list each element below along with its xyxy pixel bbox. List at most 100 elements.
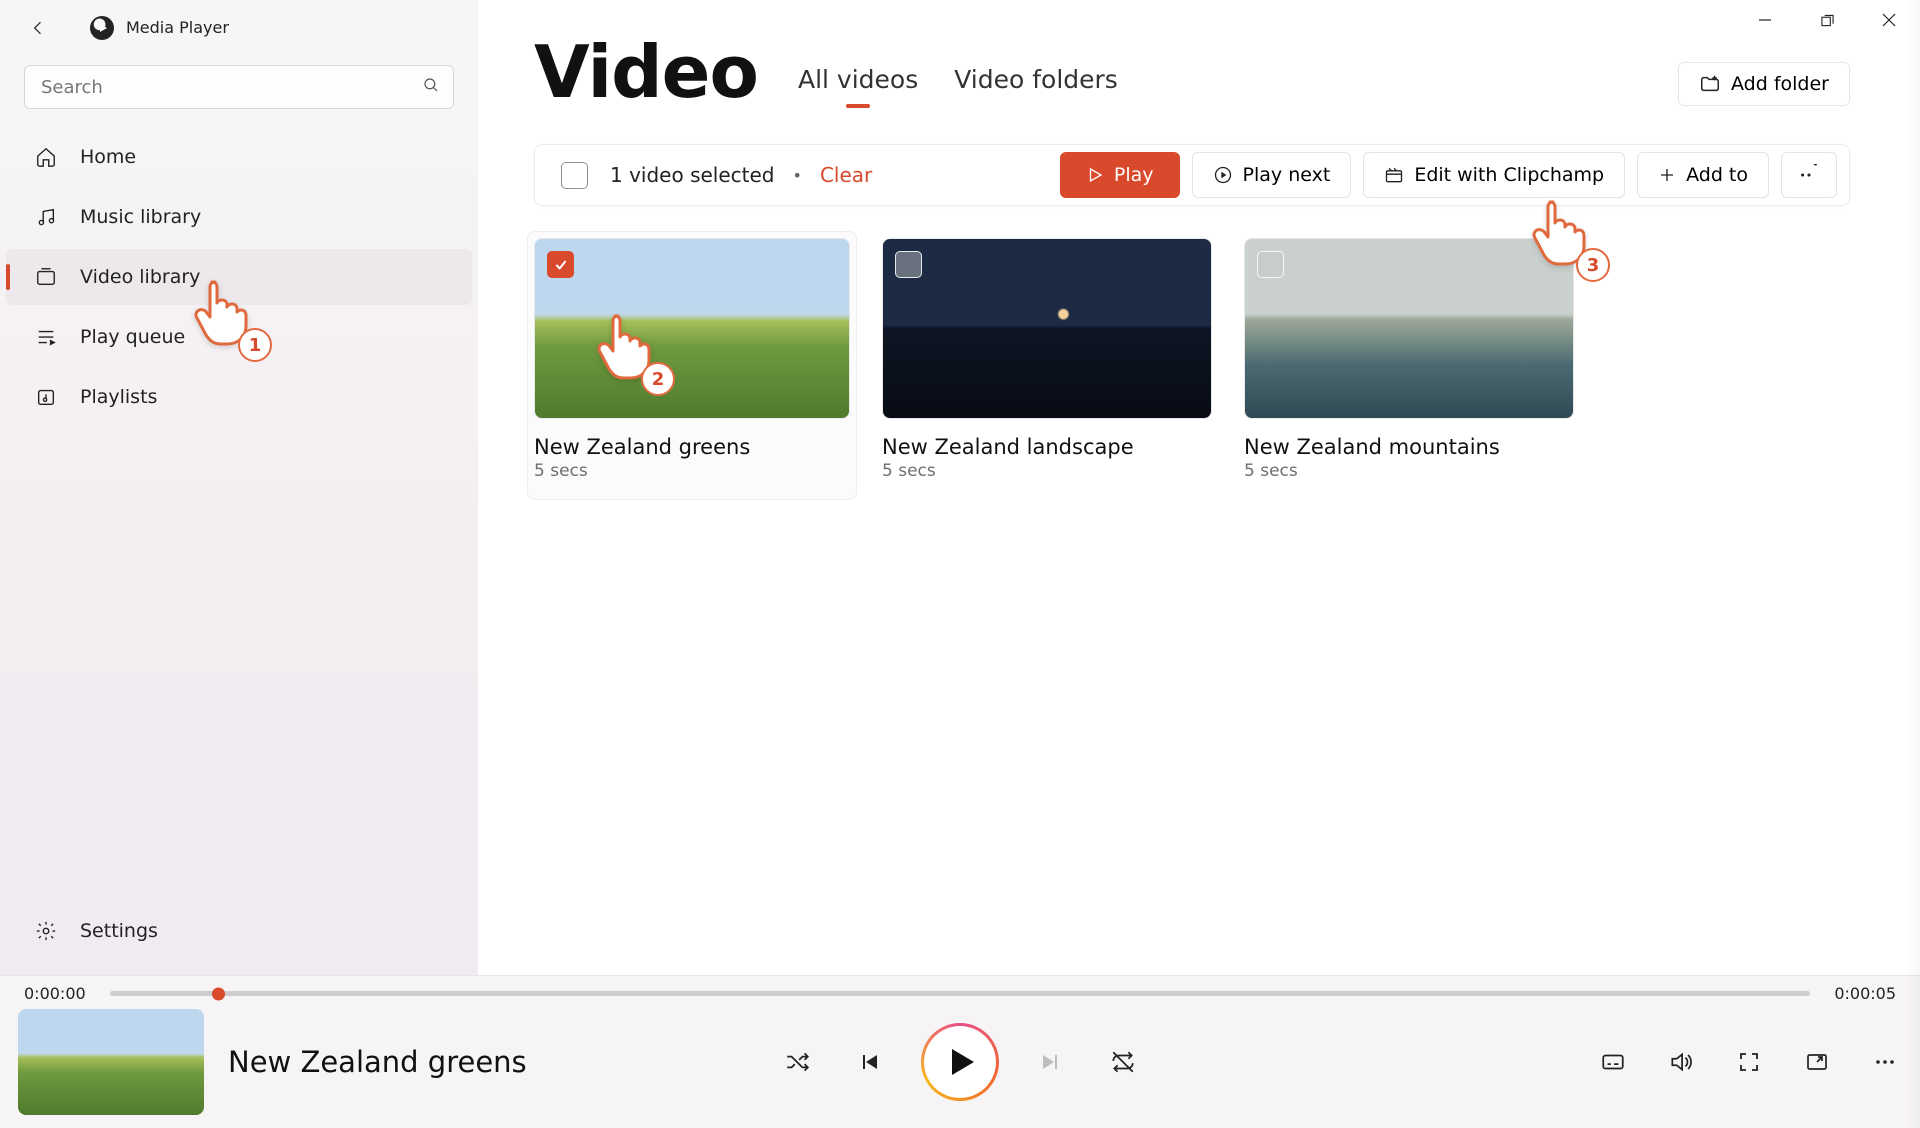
seek-row: 0:00:00 0:00:05 [0,976,1920,1003]
sidebar-item-label: Video library [80,266,200,288]
transport-controls [780,1026,1140,1098]
video-library-icon [32,266,60,288]
sidebar-item-home[interactable]: Home [6,129,472,185]
player-right-controls [1596,1045,1902,1079]
video-thumbnail[interactable] [1244,238,1574,419]
search-field[interactable] [24,65,454,109]
sidebar: Media Player Home Music library [0,0,478,975]
repeat-button[interactable] [1106,1045,1140,1079]
arrow-left-icon [28,18,48,38]
sidebar-nav: Home Music library Video library Play qu… [0,127,478,427]
previous-button[interactable] [852,1045,886,1079]
close-icon [1882,13,1896,27]
selection-count: 1 video selected [610,163,775,187]
miniplayer-button[interactable] [1800,1045,1834,1079]
tab-video-folders[interactable]: Video folders [954,65,1118,106]
search-icon[interactable] [422,76,440,98]
seek-track[interactable] [110,991,1810,996]
fullscreen-icon [1737,1050,1761,1074]
add-folder-label: Add folder [1731,73,1829,95]
seek-thumb[interactable] [212,987,225,1000]
add-folder-button[interactable]: Add folder [1678,62,1850,106]
play-next-label: Play next [1243,164,1331,186]
shuffle-button[interactable] [780,1045,814,1079]
video-card[interactable]: New Zealand landscape 5 secs [882,238,1212,493]
more-icon [1873,1050,1897,1074]
volume-button[interactable] [1664,1045,1698,1079]
player-more-button[interactable] [1868,1045,1902,1079]
sidebar-item-label: Playlists [80,386,157,408]
video-duration: 5 secs [1244,461,1574,481]
page-title: Video [534,30,758,114]
edit-clipchamp-button[interactable]: Edit with Clipchamp [1363,152,1625,198]
miniplayer-icon [1805,1050,1829,1074]
video-title: New Zealand landscape [882,435,1212,459]
back-button[interactable] [20,10,56,46]
window-controls [1734,0,1920,40]
sidebar-item-video-library[interactable]: Video library [6,249,472,305]
video-thumbnail[interactable] [882,238,1212,419]
playlists-icon [32,386,60,408]
gear-icon [32,920,60,942]
now-playing-title: New Zealand greens [228,1045,527,1079]
skip-next-icon [1039,1050,1063,1074]
sidebar-item-playlists[interactable]: Playlists [6,369,472,425]
sidebar-item-play-queue[interactable]: Play queue [6,309,472,365]
video-checkbox[interactable] [895,251,922,278]
video-thumbnail[interactable] [534,238,850,419]
video-grid: New Zealand greens 5 secs New Zealand la… [534,238,1850,493]
minimize-icon [1758,13,1772,27]
check-icon [553,257,569,273]
next-button[interactable] [1034,1045,1068,1079]
volume-icon [1668,1049,1694,1075]
video-checkbox[interactable] [547,251,574,278]
tab-all-videos[interactable]: All videos [798,65,918,106]
shuffle-icon [784,1049,810,1075]
play-triangle-icon [952,1049,974,1075]
edit-clipchamp-label: Edit with Clipchamp [1414,164,1604,186]
search-input[interactable] [24,65,454,109]
skip-previous-icon [857,1050,881,1074]
tabs: All videos Video folders [798,65,1118,114]
maximize-button[interactable] [1796,0,1858,40]
sidebar-item-label: Music library [80,206,201,228]
current-time: 0:00:00 [24,984,96,1003]
video-title: New Zealand mountains [1244,435,1574,459]
separator-dot: • [793,166,802,185]
play-next-button[interactable]: Play next [1192,152,1352,198]
captions-icon [1600,1049,1626,1075]
video-checkbox[interactable] [1257,251,1284,278]
play-icon [1086,166,1104,184]
more-icon [1798,164,1820,186]
captions-button[interactable] [1596,1045,1630,1079]
now-playing-thumbnail[interactable] [18,1009,204,1115]
video-title: New Zealand greens [534,435,850,459]
add-to-button[interactable]: Add to [1637,152,1769,198]
app-logo-icon [90,16,114,40]
video-duration: 5 secs [534,461,850,481]
video-card[interactable]: New Zealand greens 5 secs [527,231,857,500]
play-button[interactable]: Play [1060,152,1180,198]
minimize-button[interactable] [1734,0,1796,40]
right-edge-shadow [1904,0,1920,1128]
video-card[interactable]: New Zealand mountains 5 secs [1244,238,1574,493]
repeat-off-icon [1110,1049,1136,1075]
music-icon [32,206,60,228]
sidebar-item-music-library[interactable]: Music library [6,189,472,245]
total-time: 0:00:05 [1824,984,1896,1003]
video-duration: 5 secs [882,461,1212,481]
add-to-label: Add to [1686,164,1748,186]
play-label: Play [1114,164,1154,186]
select-all-checkbox[interactable] [561,162,588,189]
clear-selection-button[interactable]: Clear [820,163,872,187]
selection-bar: 1 video selected • Clear Play Play next … [534,144,1850,206]
more-actions-button[interactable] [1781,152,1837,198]
main-content: Video All videos Video folders Add folde… [478,0,1920,975]
sidebar-item-settings[interactable]: Settings [6,903,472,959]
clipchamp-icon [1384,165,1404,185]
page-header: Video All videos Video folders Add folde… [534,30,1850,114]
plus-icon [1658,166,1676,184]
sidebar-item-label: Home [80,146,136,168]
fullscreen-button[interactable] [1732,1045,1766,1079]
play-pause-button[interactable] [924,1026,996,1098]
